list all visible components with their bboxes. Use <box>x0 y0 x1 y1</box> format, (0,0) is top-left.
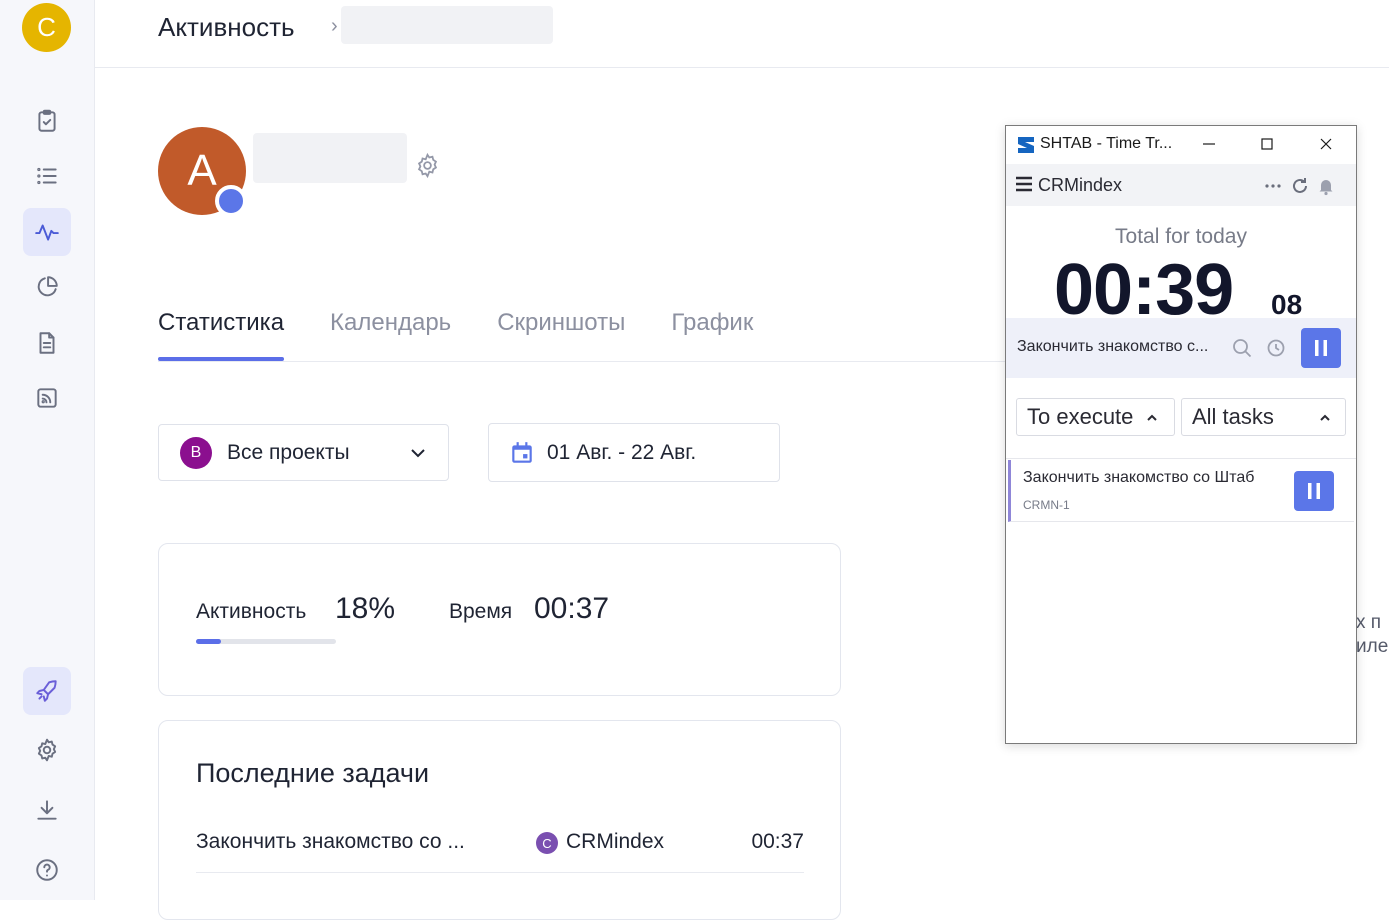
breadcrumb-separator: › <box>331 15 338 37</box>
task-time: 00:37 <box>751 830 804 853</box>
nav-feed[interactable] <box>23 374 71 422</box>
project-select[interactable]: B Все проекты <box>158 424 449 481</box>
current-task-bar: Закончить знакомство с... <box>1006 318 1356 378</box>
task-pause-button[interactable] <box>1294 471 1334 511</box>
status-dot <box>215 185 247 217</box>
tab-schedule[interactable]: График <box>671 305 753 361</box>
nav-help[interactable] <box>23 846 71 894</box>
current-task-name[interactable]: Закончить знакомство с... <box>1017 338 1208 356</box>
activity-icon <box>35 224 59 241</box>
status-filter-select[interactable]: To execute <box>1016 398 1175 436</box>
pie-chart-icon <box>37 276 58 297</box>
rocket-icon <box>36 680 57 702</box>
project-select-label: Все проекты <box>227 440 350 464</box>
nav-settings[interactable] <box>23 726 71 774</box>
task-name[interactable]: Закончить знакомство со ... <box>196 830 465 854</box>
tasks-filter-label: All tasks <box>1192 404 1274 429</box>
total-today-label: Total for today <box>1115 225 1247 248</box>
task-project: CRMindex <box>566 830 665 853</box>
download-icon <box>37 800 57 820</box>
help-circle-icon <box>36 859 58 881</box>
rss-icon <box>37 388 57 408</box>
date-range-picker[interactable]: 01 Авг. - 22 Авг. <box>488 423 780 482</box>
cut-off-text: х п <box>1356 612 1382 633</box>
breadcrumb-user-redacted[interactable] <box>341 6 553 44</box>
close-icon[interactable] <box>1314 132 1338 156</box>
cut-off-text: иле <box>1356 636 1389 657</box>
list-icon <box>37 167 57 185</box>
nav-list[interactable] <box>23 152 71 200</box>
table-row[interactable]: Закончить знакомство со ... C CRMindex 0… <box>196 827 804 873</box>
nav-documents[interactable] <box>23 319 71 367</box>
total-seconds: 08 <box>1271 289 1303 320</box>
stats-card: Активность 18% Время 00:37 <box>158 543 841 696</box>
pause-icon <box>1315 340 1327 356</box>
nav-reports[interactable] <box>23 263 71 311</box>
menu-icon[interactable] <box>1015 176 1033 192</box>
window-title: SHTAB - Time Tr... <box>1040 135 1173 152</box>
nav-rocket[interactable] <box>23 667 71 715</box>
activity-progress-fill <box>196 639 222 644</box>
header: Активность › <box>95 0 1389 68</box>
window-titlebar[interactable]: SHTAB - Time Tr... <box>1006 126 1356 164</box>
tabs-divider <box>158 361 1008 362</box>
nav-tasks[interactable] <box>23 97 71 145</box>
divider <box>1006 458 1356 459</box>
document-icon <box>39 332 55 354</box>
time-value: 00:37 <box>534 592 610 625</box>
chevron-down-icon <box>408 443 428 463</box>
chevron-up-icon <box>1318 411 1332 425</box>
sidebar: C <box>0 0 95 900</box>
minimize-icon[interactable] <box>1197 132 1221 156</box>
search-icon[interactable] <box>1231 337 1253 359</box>
activity-label: Активность <box>196 600 307 623</box>
profile-name-redacted <box>253 133 407 183</box>
profile-settings-icon[interactable] <box>414 152 441 179</box>
refresh-icon[interactable] <box>1290 176 1310 196</box>
task-item-code: CRMN-1 <box>1023 498 1070 512</box>
recent-tasks-card: Последние задачи Закончить знакомство со… <box>158 720 841 920</box>
chevron-up-icon <box>1145 411 1159 425</box>
activity-progress <box>196 639 336 644</box>
clock-icon[interactable] <box>1265 337 1287 359</box>
tab-statistics[interactable]: Статистика <box>158 305 285 361</box>
tracker-toolbar: CRMindex <box>1006 164 1356 206</box>
bell-icon[interactable] <box>1316 176 1336 196</box>
tab-calendar[interactable]: Календарь <box>330 305 451 361</box>
project-badge: C <box>536 832 558 854</box>
tabs: Статистика Календарь Скриншоты График <box>158 305 799 363</box>
nav-download[interactable] <box>23 786 71 834</box>
tab-screenshots[interactable]: Скриншоты <box>497 305 625 361</box>
status-filter-label: To execute <box>1027 404 1134 429</box>
page-title: Активность <box>158 12 295 42</box>
task-item-name: Закончить знакомство со Штаб <box>1023 469 1255 486</box>
nav-activity[interactable] <box>23 208 71 256</box>
time-label: Время <box>449 600 513 623</box>
clipboard-check-icon <box>38 109 56 132</box>
list-item[interactable]: Закончить знакомство со Штаб CRMN-1 <box>1008 460 1354 522</box>
more-icon[interactable] <box>1263 176 1283 196</box>
pause-button[interactable] <box>1301 328 1341 368</box>
project-badge: B <box>180 436 212 469</box>
maximize-icon[interactable] <box>1255 132 1279 156</box>
time-tracker-window: SHTAB - Time Tr... CRMindex Total for to… <box>1005 125 1357 744</box>
tasks-filter-select[interactable]: All tasks <box>1181 398 1346 436</box>
activity-value: 18% <box>335 592 396 625</box>
recent-tasks-title: Последние задачи <box>196 758 430 788</box>
date-range-label: 01 Авг. - 22 Авг. <box>547 440 697 464</box>
calendar-icon <box>509 440 535 466</box>
tracker-project-name[interactable]: CRMindex <box>1038 175 1122 196</box>
user-avatar[interactable]: C <box>22 3 71 52</box>
gear-icon <box>37 738 57 762</box>
pause-icon <box>1308 483 1320 499</box>
shtab-logo-icon <box>1016 135 1036 155</box>
